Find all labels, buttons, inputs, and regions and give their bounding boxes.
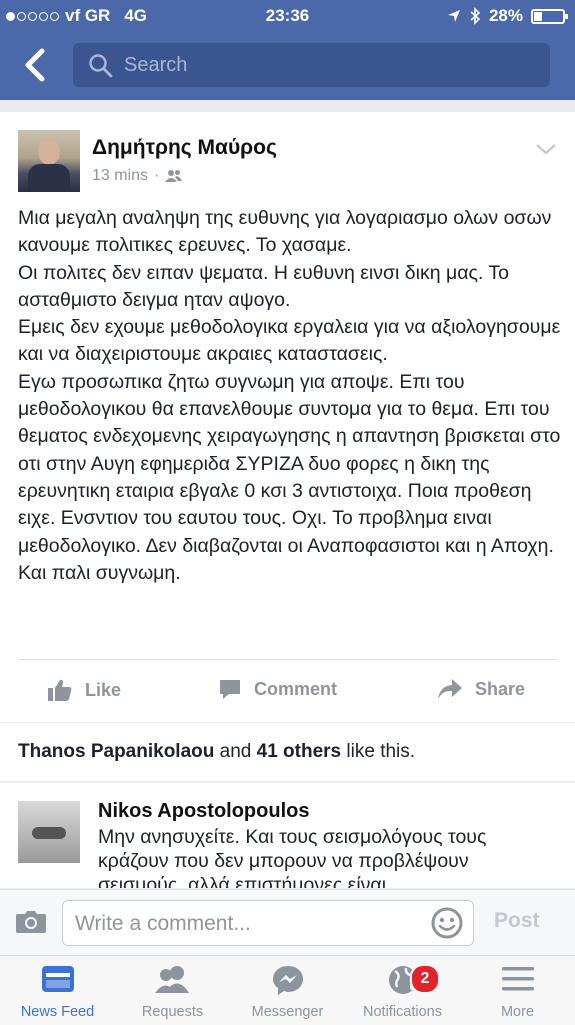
author-avatar[interactable]	[18, 130, 80, 192]
likes-and: and	[219, 741, 252, 762]
post-text: Μια μεγαλη αναληψη της ευθυνης για λογαρ…	[18, 207, 561, 584]
comment-button[interactable]: Comment	[218, 678, 337, 700]
likes-others[interactable]: 41 others	[257, 741, 341, 762]
search-icon	[89, 54, 113, 78]
post-card: Δημήτρης Μαύρος 13 mins · Μια μεγαλη ανα…	[0, 112, 575, 722]
like-button[interactable]: Like	[47, 678, 121, 702]
bluetooth-icon	[470, 7, 481, 25]
notification-badge: 2	[410, 964, 440, 994]
tab-label: Notifications	[363, 1004, 442, 1020]
news-feed-icon	[41, 966, 74, 992]
back-arrow-icon[interactable]	[18, 45, 52, 85]
post-actions: Like Comment Share	[0, 660, 575, 720]
chevron-down-icon[interactable]	[535, 142, 557, 156]
camera-icon[interactable]	[15, 908, 47, 934]
battery-icon	[531, 8, 568, 24]
share-arrow-icon	[438, 679, 462, 699]
comment-input-box	[62, 900, 474, 946]
menu-icon	[501, 967, 534, 991]
comment-item: Nikos Apostolopoulos Μην ανησυχείτε. Και…	[0, 783, 575, 888]
tab-bar: News Feed Requests Messenger 2 Notificat…	[0, 955, 575, 1025]
post-comment-button[interactable]: Post	[494, 909, 540, 933]
tab-messenger[interactable]: Messenger	[230, 956, 345, 1025]
like-label: Like	[85, 679, 122, 700]
likes-suffix: like this.	[346, 741, 416, 762]
commenter-name[interactable]: Nikos Apostolopoulos	[98, 800, 309, 823]
search-placeholder: Search	[124, 54, 188, 76]
share-button[interactable]: Share	[437, 678, 525, 700]
comment-bubble-icon	[220, 680, 240, 699]
liker-name[interactable]: Thanos Papanikolaou	[18, 741, 214, 762]
search-bar[interactable]: Search	[73, 43, 550, 87]
tab-notifications[interactable]: 2 Notifications	[345, 956, 460, 1025]
comment-composer: Post	[0, 889, 575, 956]
tab-label: News Feed	[20, 1004, 95, 1020]
status-bar: vf GR 4G 23:36 28%	[0, 0, 575, 32]
tab-news-feed[interactable]: News Feed	[0, 956, 115, 1025]
comment-text: Μην ανησυχείτε. Και τους σεισμολόγους το…	[98, 826, 487, 888]
comment-label: Comment	[254, 678, 338, 699]
tab-label: Requests	[141, 1004, 204, 1020]
like-thumb-icon	[48, 679, 72, 701]
share-label: Share	[475, 678, 526, 699]
tab-more[interactable]: More	[460, 956, 575, 1025]
friends-audience-icon	[165, 170, 183, 182]
navigation-bar: vf GR 4G 23:36 28% Search	[0, 0, 575, 100]
battery-percentage: 28%	[488, 6, 523, 25]
commenter-avatar[interactable]	[18, 801, 80, 863]
requests-icon	[154, 966, 189, 993]
sticker-smiley-icon[interactable]	[431, 907, 463, 939]
meta-separator: ·	[154, 167, 160, 184]
location-arrow-icon	[447, 10, 460, 22]
tab-label: More	[500, 1004, 535, 1020]
post-meta: 13 mins ·	[92, 167, 183, 185]
post-time[interactable]: 13 mins	[92, 167, 148, 185]
tab-label: Messenger	[251, 1004, 324, 1020]
messenger-icon	[272, 966, 303, 995]
likes-summary[interactable]: Thanos Papanikolaou and 41 others like t…	[0, 723, 575, 781]
comment-input[interactable]	[73, 909, 417, 939]
tab-requests[interactable]: Requests	[115, 956, 230, 1025]
author-name[interactable]: Δημήτρης Μαύρος	[92, 136, 277, 160]
